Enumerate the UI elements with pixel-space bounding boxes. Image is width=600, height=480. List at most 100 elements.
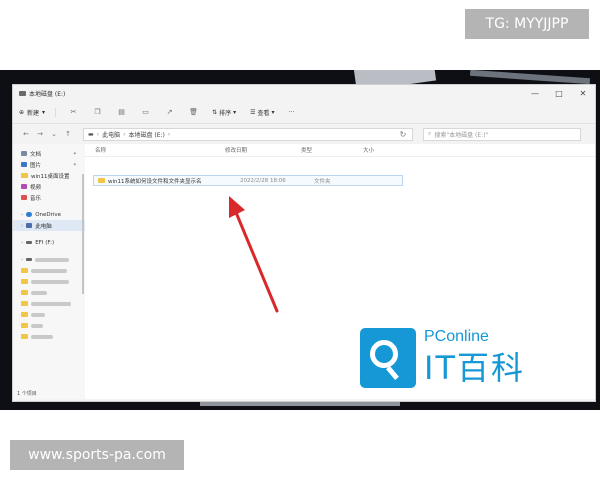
document-icon: [21, 151, 27, 156]
sidebar-item-blurred[interactable]: [13, 298, 85, 309]
drive-icon: [26, 241, 33, 244]
sidebar-scrollbar[interactable]: [82, 174, 84, 294]
breadcrumb-sep: ›: [96, 130, 100, 138]
minimize-button[interactable]: —: [523, 85, 547, 101]
telegram-watermark: TG: MYYJJPP: [465, 9, 589, 39]
paste-icon[interactable]: ▤: [116, 107, 127, 117]
sidebar-item-blurred[interactable]: ›: [13, 254, 85, 265]
navigation-pane: 文档 ✦ 图片 ✦ win11桌面设置 视频 音乐 › OneDrive › 此…: [13, 144, 85, 399]
magnifier-logo-icon: [360, 328, 416, 388]
share-icon[interactable]: ↗: [164, 107, 175, 117]
row-modified: 2022/2/28 18:06: [240, 177, 286, 184]
plus-icon: ⊕: [19, 108, 25, 116]
column-header-row: 名称 修改日期 类型 大小: [85, 144, 595, 157]
pin-icon: ✦: [72, 161, 77, 168]
sidebar-item-onedrive[interactable]: › OneDrive: [13, 209, 85, 220]
folder-icon: [21, 323, 28, 328]
copy-icon[interactable]: ❐: [92, 107, 103, 117]
sort-label: 排序: [219, 109, 232, 117]
sort-icon: ⇅: [212, 108, 218, 116]
sidebar-item-this-pc[interactable]: › 此电脑: [13, 220, 85, 231]
row-type: 文件夹: [314, 178, 331, 185]
search-placeholder: 搜索"本地磁盘 (E:)": [434, 131, 489, 139]
cloud-icon: [26, 212, 33, 217]
chevron-down-icon[interactable]: ⌄: [47, 130, 61, 138]
drive-icon: [19, 90, 26, 96]
expand-icon: ›: [21, 239, 24, 246]
sidebar-item-blurred[interactable]: [13, 309, 85, 320]
column-size[interactable]: 大小: [363, 146, 403, 154]
back-icon[interactable]: ←: [19, 130, 33, 138]
sidebar-item-blurred[interactable]: [13, 276, 85, 287]
screen-photo: 本地磁盘 (E:) — □ ✕ ⊕ 新建 ▾ ✂ ❐ ▤ ▭ ↗ 🗑 ⇅ 排序 …: [0, 70, 600, 410]
folder-icon: [21, 268, 28, 273]
sidebar-item-documents[interactable]: 文档 ✦: [13, 148, 85, 159]
new-button[interactable]: ⊕ 新建 ▾: [19, 107, 57, 117]
close-button[interactable]: ✕: [571, 85, 595, 101]
column-modified[interactable]: 修改日期: [225, 146, 301, 154]
breadcrumb-this-pc[interactable]: 此电脑: [102, 130, 120, 139]
sidebar-item-folder[interactable]: win11桌面设置: [13, 170, 85, 181]
red-arrow-annotation: [229, 196, 279, 313]
arrow-shaft: [233, 208, 279, 313]
rename-icon[interactable]: ▭: [140, 107, 151, 117]
sidebar-item-label: 视频: [30, 184, 42, 191]
table-row[interactable]: win11系统如何设文件和文件夹显示名 2022/2/28 18:06 文件夹: [93, 175, 403, 186]
folder-icon: [98, 178, 105, 183]
sidebar-item-blurred[interactable]: [13, 320, 85, 331]
search-icon: ⌕: [428, 130, 432, 137]
folder-icon: [21, 312, 28, 317]
sidebar-item-videos[interactable]: 视频: [13, 181, 85, 192]
column-name[interactable]: 名称: [95, 146, 225, 154]
up-icon[interactable]: ↑: [61, 130, 75, 138]
expand-icon: ›: [21, 222, 24, 229]
sidebar-item-blurred[interactable]: [13, 331, 85, 342]
sidebar-item-label: 文档: [30, 151, 42, 158]
light-streak: [469, 70, 591, 85]
search-box[interactable]: ⌕ 搜索"本地磁盘 (E:)": [423, 127, 581, 141]
sidebar-item-label: EFI (F:): [35, 239, 55, 246]
more-button[interactable]: ···: [289, 109, 295, 116]
sidebar-item-music[interactable]: 音乐: [13, 192, 85, 203]
view-button[interactable]: ☰ 查看 ▾: [250, 108, 274, 117]
address-bar[interactable]: ▬ › 此电脑 › 本地磁盘 (E:) ›: [83, 127, 413, 141]
blurred-label: [35, 257, 70, 262]
row-name: win11系统如何设文件和文件夹显示名: [108, 178, 202, 185]
sidebar-item-blurred[interactable]: [13, 287, 85, 298]
picture-icon: [21, 162, 27, 167]
blurred-label: [31, 268, 67, 273]
sidebar-item-pictures[interactable]: 图片 ✦: [13, 159, 85, 170]
delete-icon[interactable]: 🗑: [188, 107, 199, 117]
blurred-label: [31, 323, 43, 328]
breadcrumb-sep: ›: [167, 130, 171, 138]
sidebar-item-label: win11桌面设置: [31, 173, 70, 180]
folder-icon: [21, 334, 28, 339]
column-type[interactable]: 类型: [301, 146, 363, 154]
status-item-count: 1 个项目: [17, 391, 37, 397]
refresh-icon[interactable]: ↻: [397, 130, 409, 139]
drive-icon: [26, 258, 33, 261]
folder-icon: [21, 290, 28, 295]
chevron-down-icon: ▾: [233, 108, 237, 116]
folder-icon: [21, 279, 28, 284]
blurred-label: [31, 334, 53, 339]
pin-icon: ✦: [72, 150, 77, 157]
sort-button[interactable]: ⇅ 排序 ▾: [212, 108, 236, 117]
forward-icon[interactable]: →: [33, 130, 47, 138]
cut-icon[interactable]: ✂: [68, 107, 79, 117]
blurred-label: [31, 279, 69, 284]
blurred-label: [31, 301, 71, 306]
address-row: ← → ⌄ ↑ ▬ › 此电脑 › 本地磁盘 (E:) › ↻ ⌕ 搜索"本地磁…: [13, 124, 595, 144]
new-label: 新建: [27, 109, 40, 117]
sidebar-item-blurred[interactable]: [13, 265, 85, 276]
expand-icon: ›: [21, 256, 24, 263]
breadcrumb-drive[interactable]: 本地磁盘 (E:): [129, 130, 165, 139]
window-controls: — □ ✕: [523, 85, 595, 101]
window-title: 本地磁盘 (E:): [29, 90, 66, 98]
maximize-button[interactable]: □: [547, 85, 571, 101]
folder-icon: [21, 301, 28, 306]
sidebar-item-efi-drive[interactable]: › EFI (F:): [13, 237, 85, 248]
blurred-label: [31, 290, 47, 295]
computer-icon: [26, 223, 33, 228]
site-watermark: www.sports-pa.com: [10, 440, 184, 470]
